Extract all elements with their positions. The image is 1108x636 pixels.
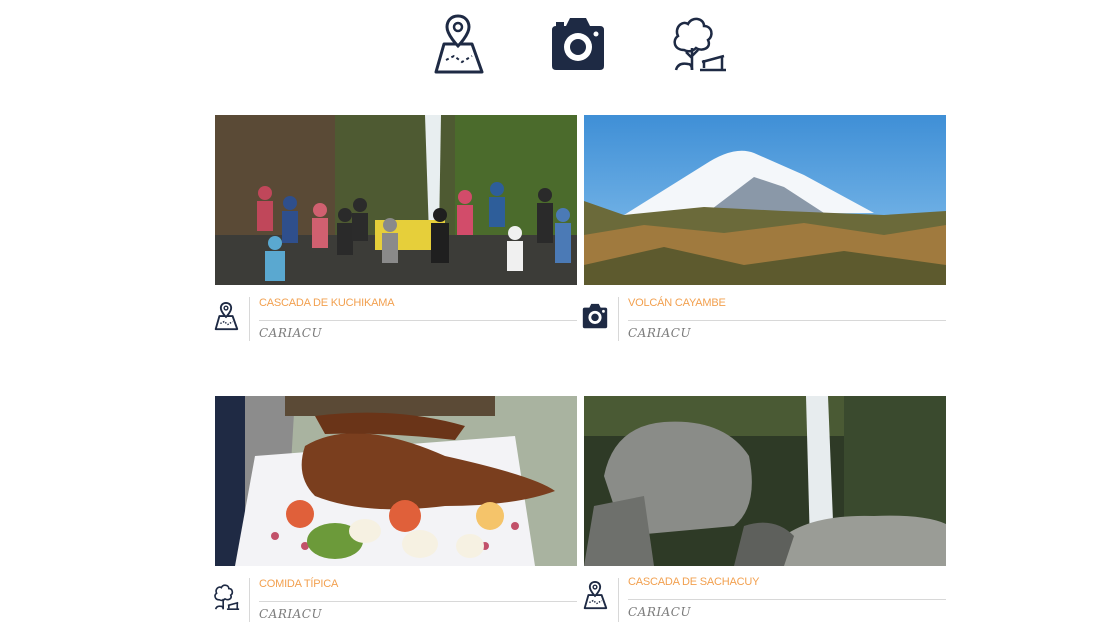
group-at-waterfall-photo[interactable] <box>215 115 577 285</box>
map-pin-icon[interactable] <box>426 12 490 76</box>
card-title[interactable]: VOLCÁN CAYAMBE <box>628 297 726 309</box>
divider <box>249 578 250 622</box>
divider <box>259 320 577 321</box>
roasted-cuy-photo[interactable] <box>215 396 577 566</box>
card-subtitle: CARIACU <box>259 607 323 621</box>
card-subtitle: CARIACU <box>628 605 692 619</box>
divider <box>249 297 250 341</box>
destination-card[interactable]: CASCADA DE SACHACUY CARIACU <box>583 396 946 636</box>
card-subtitle: CARIACU <box>628 326 692 340</box>
tree-bench-icon[interactable] <box>211 582 241 612</box>
card-meta: COMIDA TÍPICA CARIACU <box>214 566 577 636</box>
divider <box>259 601 577 602</box>
camera-icon[interactable] <box>546 12 610 76</box>
divider <box>618 297 619 341</box>
map-pin-icon[interactable] <box>211 301 241 331</box>
divider <box>628 599 946 600</box>
snow-volcano-photo[interactable] <box>584 115 946 285</box>
camera-icon[interactable] <box>580 301 610 331</box>
waterfall-rocks-photo[interactable] <box>584 396 946 566</box>
divider <box>618 578 619 622</box>
card-subtitle: CARIACU <box>259 326 323 340</box>
divider <box>628 320 946 321</box>
card-meta: VOLCÁN CAYAMBE CARIACU <box>582 285 946 355</box>
card-title[interactable]: CASCADA DE KUCHIKAMA <box>259 297 395 309</box>
category-icon-bar <box>0 12 1108 76</box>
tree-bench-icon[interactable] <box>666 12 730 76</box>
destination-card[interactable]: COMIDA TÍPICA CARIACU <box>214 396 577 636</box>
destination-card[interactable]: VOLCÁN CAYAMBE CARIACU <box>582 115 946 355</box>
destination-card[interactable]: CASCADA DE KUCHIKAMA CARIACU <box>214 115 577 355</box>
card-meta: CASCADA DE KUCHIKAMA CARIACU <box>214 285 577 355</box>
card-title[interactable]: COMIDA TÍPICA <box>259 578 338 590</box>
card-title[interactable]: CASCADA DE SACHACUY <box>628 576 759 588</box>
card-meta: CASCADA DE SACHACUY CARIACU <box>583 566 946 636</box>
map-pin-icon[interactable] <box>580 580 610 610</box>
